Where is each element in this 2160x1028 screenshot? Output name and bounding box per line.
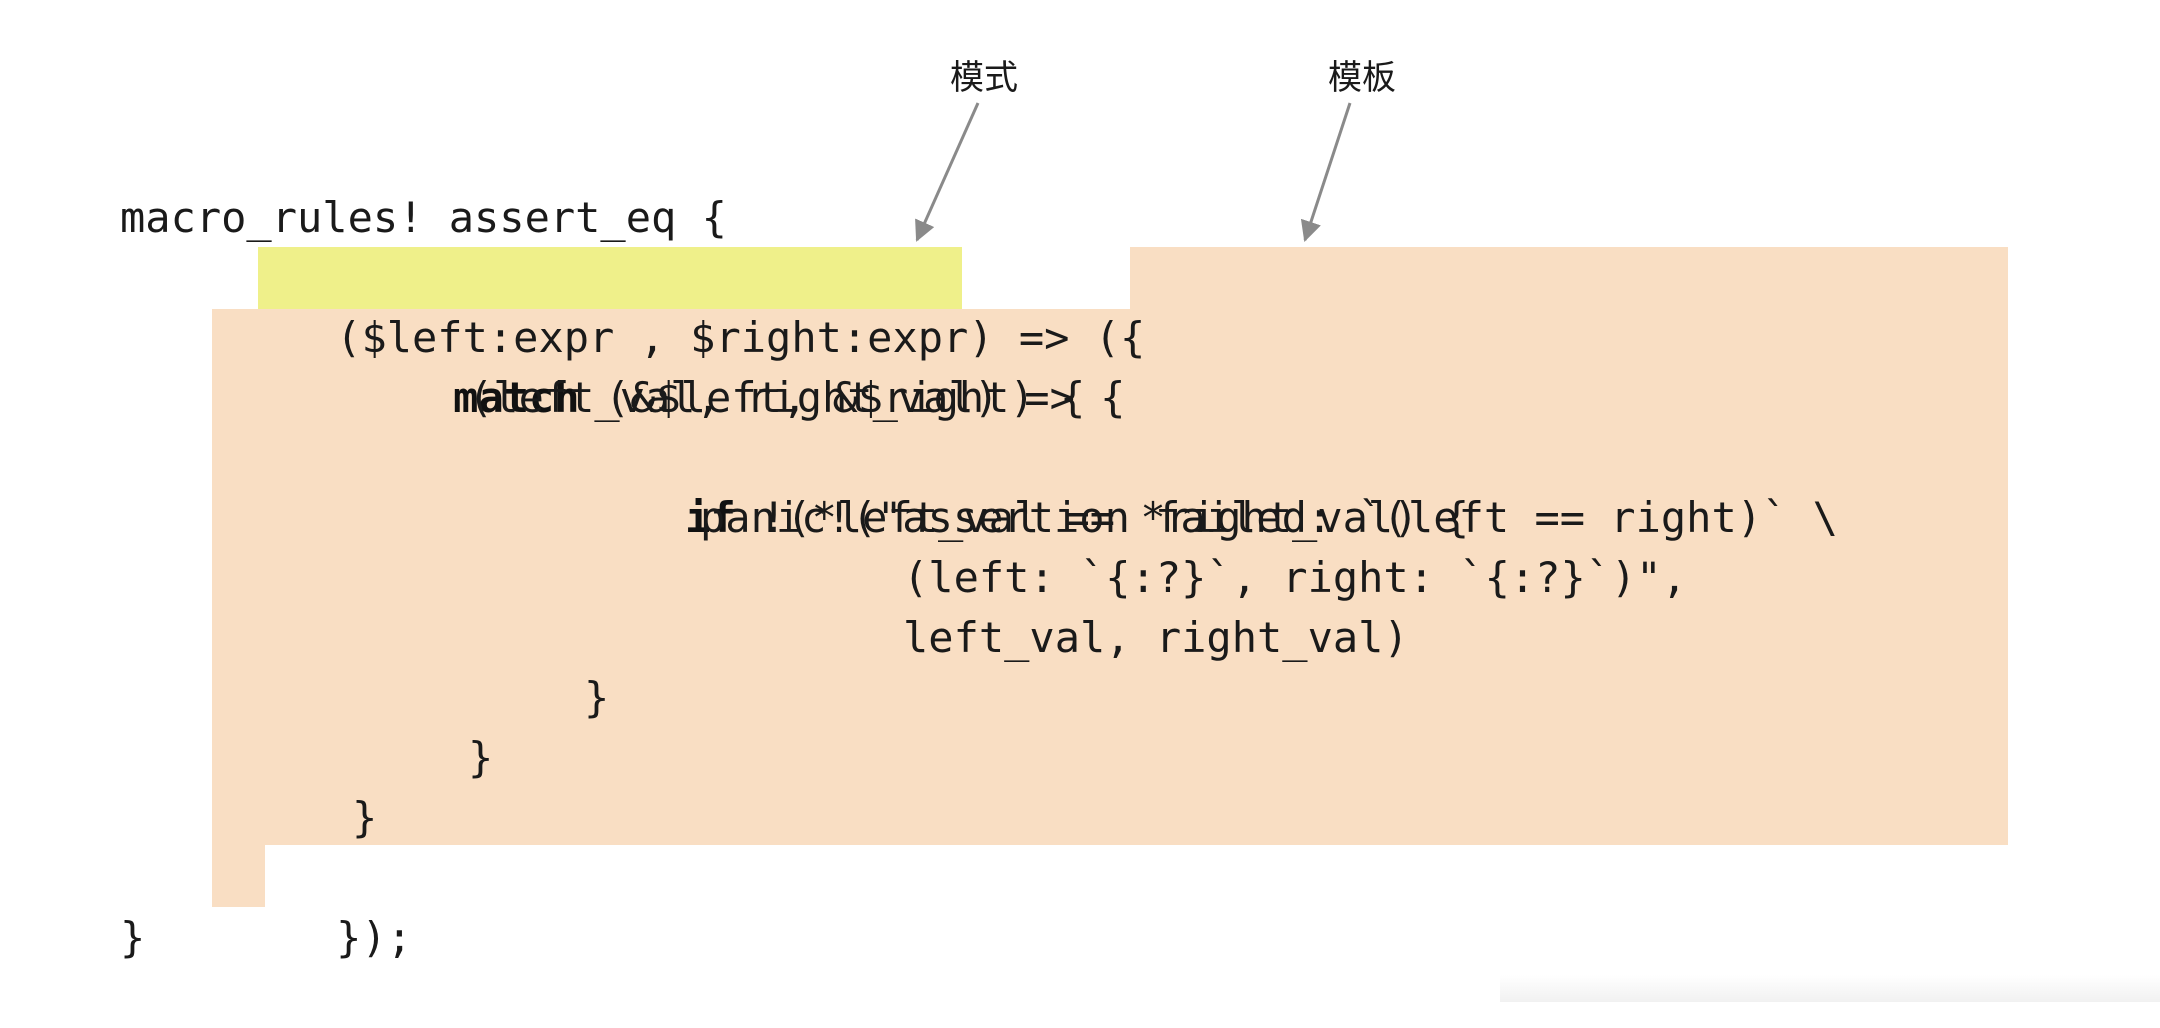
bottom-shadow	[1500, 975, 2160, 1002]
code-line-12: });	[235, 848, 412, 962]
open-brace: {	[1120, 313, 1146, 362]
code-line-10: }	[468, 733, 494, 782]
macro-diagram: 模式 模板 macro_rules! assert_eq { ($left:ex…	[0, 0, 2160, 1002]
code-line-3: match (&$left, &$right) {	[352, 308, 1085, 422]
pattern-arrow	[915, 102, 980, 242]
code-line-4: (left_val, right_val) => {	[468, 373, 1126, 422]
code-line-6: panic!("assertion failed: `(left == righ…	[700, 493, 1838, 542]
close-brace: }	[336, 913, 362, 962]
template-arrow	[1300, 102, 1352, 242]
code-line-8: left_val, right_val)	[903, 613, 1409, 662]
code-line-7: (left: `{:?}`, right: `{:?}`)",	[903, 553, 1687, 602]
close-tail: );	[361, 913, 413, 962]
code-line-5: if !(*left_val == *right_val) {	[584, 428, 1469, 542]
code-line-11: }	[352, 793, 378, 842]
code-line-1: macro_rules! assert_eq {	[120, 193, 727, 242]
code-line-2: ($left:expr , $right:expr) => ({	[235, 248, 1145, 362]
code-line-9: }	[584, 673, 610, 722]
code-line-13: }	[120, 913, 146, 962]
